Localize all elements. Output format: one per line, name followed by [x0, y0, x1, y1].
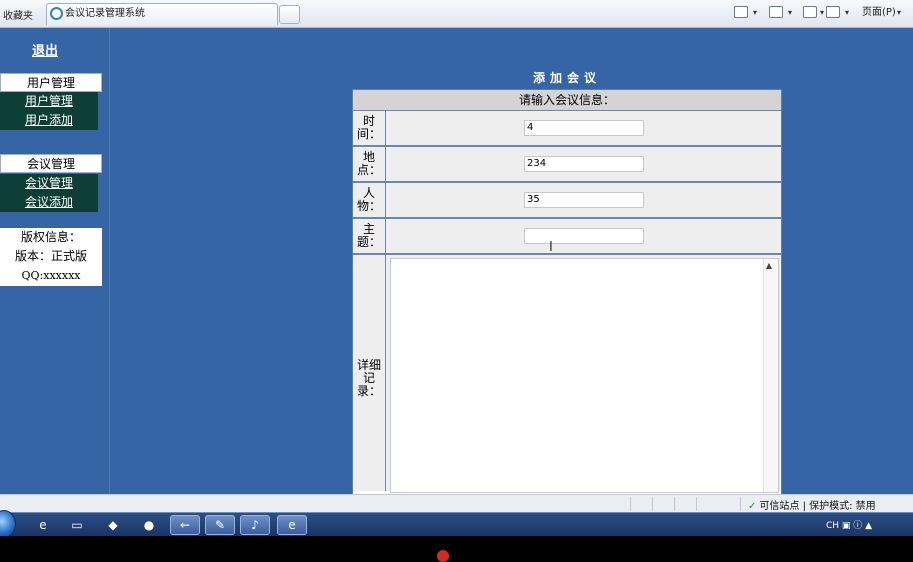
time-input[interactable]: 4 [524, 120, 644, 136]
status-divider [740, 497, 741, 511]
time-label: 时间： [353, 111, 386, 145]
user-management-menu: 用户管理 用户添加 [0, 92, 98, 130]
form-row-time: 时间： 4 [353, 111, 781, 147]
topic-input[interactable] [524, 228, 644, 244]
browser-tab[interactable]: 会议记录管理系统 [46, 3, 278, 25]
back-taskbar-icon[interactable]: ← [170, 515, 200, 535]
mail-icon[interactable] [803, 6, 817, 18]
screen-bottom-area [0, 536, 913, 558]
start-button[interactable] [0, 510, 16, 538]
form-row-details: 详细记录： ▲ [353, 255, 781, 493]
add-meeting-form: 请输入会议信息： 时间： 4 地点： 234 人物： 35 主题： I 详细记录… [352, 89, 782, 494]
feeds-dropdown-icon[interactable]: ▾ [788, 8, 792, 17]
ie-active-taskbar-icon[interactable]: e [277, 515, 307, 535]
sidebar-item-meeting-add[interactable]: 会议添加 [0, 193, 98, 212]
player-taskbar-icon[interactable]: ♪ [240, 515, 270, 535]
copyright-label: 版权信息： [20, 230, 81, 244]
status-divider [696, 497, 697, 511]
security-zone[interactable]: ✓ 可信站点 | 保护模式: 禁用 [748, 497, 876, 512]
details-textarea[interactable]: ▲ [390, 258, 779, 493]
home-dropdown-icon[interactable]: ▾ [753, 8, 757, 17]
language-indicator[interactable]: CH [826, 521, 839, 531]
windows-taskbar: e ▭ ◆ ● ← ✎ ♪ e CH ▣ ⓘ ▲ [0, 510, 913, 538]
home-icon[interactable] [734, 6, 748, 18]
topic-label: 主题： [353, 219, 386, 253]
ie-icon [50, 7, 63, 20]
sidebar-item-user-management[interactable]: 用户管理 [0, 92, 98, 111]
browser-tab-title: 会议记录管理系统 [65, 8, 145, 19]
text-cursor-icon: I [549, 240, 553, 255]
system-tray[interactable]: CH ▣ ⓘ ▲ [826, 518, 872, 531]
browser-taskbar-icon[interactable]: ● [134, 515, 164, 535]
left-sidebar: 退出 用户管理 用户管理 用户添加 会议管理 会议管理 会议添加 版权信息： 版… [0, 28, 110, 494]
status-divider [630, 497, 631, 511]
textarea-scrollbar[interactable]: ▲ [763, 259, 778, 492]
form-row-place: 地点： 234 [353, 147, 781, 183]
form-row-topic: 主题： I [353, 219, 781, 255]
check-icon: ✓ [748, 501, 757, 512]
app-taskbar-icon[interactable]: ◆ [98, 515, 128, 535]
ie-taskbar-icon[interactable]: e [28, 515, 58, 535]
tool-taskbar-icon[interactable]: ✎ [205, 515, 235, 535]
page-menu[interactable]: 页面(P) [862, 6, 896, 20]
meeting-management-heading: 会议管理 [0, 154, 102, 173]
print-icon[interactable] [826, 6, 840, 18]
web-page: 退出 用户管理 用户管理 用户添加 会议管理 会议管理 会议添加 版权信息： 版… [0, 28, 913, 494]
form-header: 请输入会议信息： [353, 90, 781, 111]
copyright-info: 版权信息： 版本：正式版 QQ:xxxxxx [0, 228, 102, 286]
user-management-heading: 用户管理 [0, 73, 102, 92]
favorites-button[interactable]: 收藏夹 [3, 7, 33, 22]
page-menu-dropdown-icon[interactable]: ▾ [897, 8, 901, 17]
mail-dropdown-icon[interactable]: ▾ [820, 8, 824, 17]
record-indicator-icon [437, 550, 449, 562]
logout-link[interactable]: 退出 [0, 40, 90, 59]
browser-toolbar: 收藏夹 会议记录管理系统 ▾ ▾ ▾ ▾ 页面(P) ▾ [0, 0, 913, 28]
qq-label: QQ:xxxxxx [21, 269, 81, 282]
status-divider [674, 497, 675, 511]
place-input[interactable]: 234 [524, 156, 644, 172]
people-label: 人物： [353, 183, 386, 217]
security-zone-text: 可信站点 | 保护模式: 禁用 [759, 501, 876, 512]
print-dropdown-icon[interactable]: ▾ [845, 8, 849, 17]
browser-status-bar: ✓ 可信站点 | 保护模式: 禁用 [0, 494, 913, 512]
version-label: 版本：正式版 [14, 249, 87, 263]
new-tab-button[interactable] [279, 5, 300, 24]
meeting-management-menu: 会议管理 会议添加 [0, 174, 98, 212]
form-title: 添加会议 [532, 71, 601, 85]
form-row-people: 人物： 35 [353, 183, 781, 219]
sidebar-item-user-add[interactable]: 用户添加 [0, 111, 98, 130]
place-label: 地点： [353, 147, 386, 181]
feeds-icon[interactable] [769, 6, 783, 18]
sidebar-item-meeting-management[interactable]: 会议管理 [0, 174, 98, 193]
explorer-taskbar-icon[interactable]: ▭ [62, 515, 92, 535]
people-input[interactable]: 35 [524, 192, 644, 208]
status-divider [652, 497, 653, 511]
details-label: 详细记录： [353, 255, 386, 491]
scroll-up-arrow-icon[interactable]: ▲ [766, 261, 772, 270]
